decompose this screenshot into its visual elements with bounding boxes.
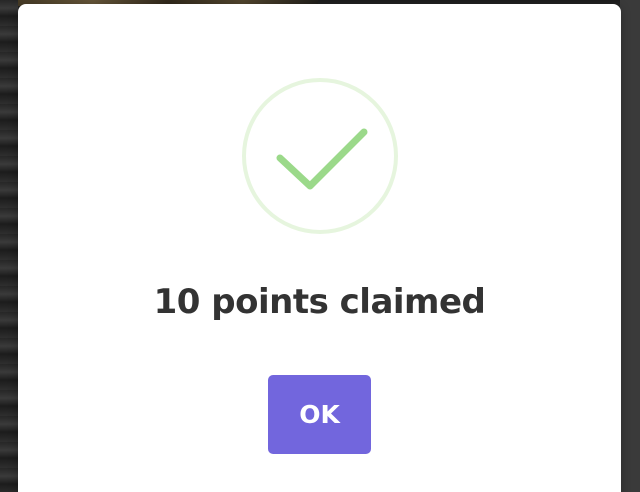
success-dialog: 10 points claimed OK — [18, 4, 621, 492]
dialog-title: 10 points claimed — [153, 282, 486, 322]
ok-button[interactable]: OK — [268, 375, 371, 454]
checkmark-icon — [240, 76, 400, 236]
